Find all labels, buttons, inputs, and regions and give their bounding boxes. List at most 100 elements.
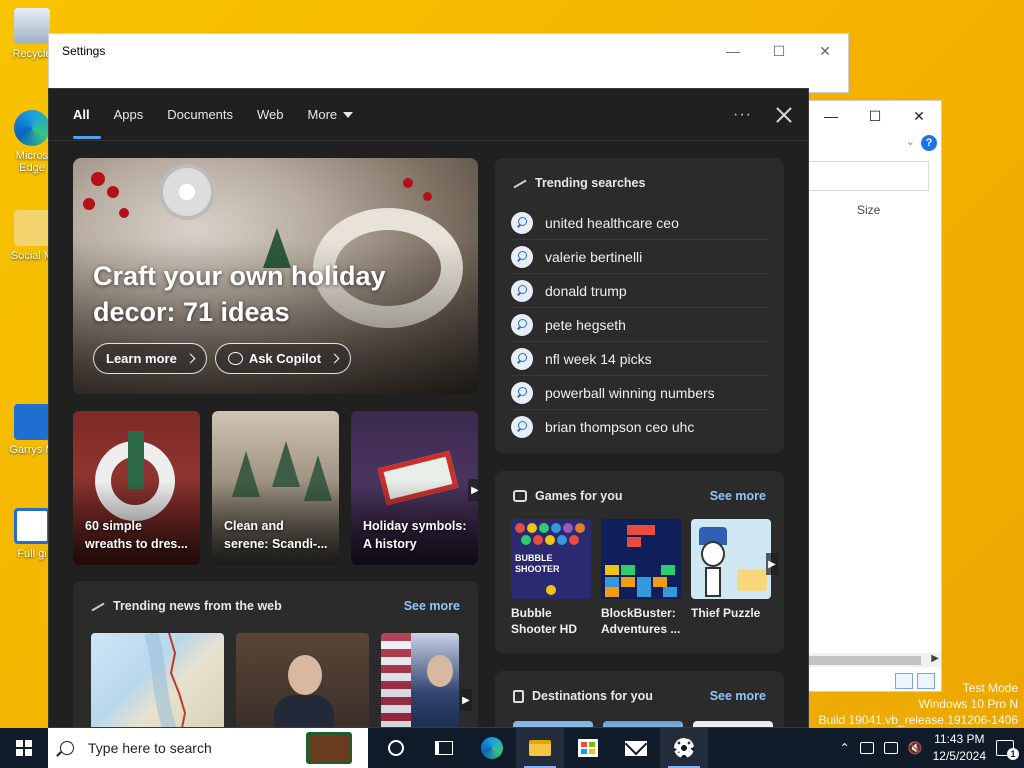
details-view-icon[interactable] — [895, 673, 913, 689]
close-icon[interactable]: ✕ — [897, 101, 941, 131]
trending-search-text: powerball winning numbers — [545, 384, 715, 401]
tab-more[interactable]: More — [296, 89, 366, 141]
taskbar-search-box[interactable]: Type here to search — [48, 728, 368, 768]
trending-search-item[interactable]: donald trump — [511, 274, 769, 308]
learn-more-button[interactable]: Learn more — [93, 343, 207, 374]
news-thumbnail[interactable] — [381, 633, 459, 727]
minimize-icon[interactable]: — — [710, 34, 756, 68]
chevron-right-icon — [329, 353, 340, 364]
explorer-search-field[interactable] — [809, 161, 929, 191]
story-card[interactable]: 60 simple wreaths to dres... — [73, 411, 200, 565]
game-tile[interactable]: BlockBuster: Adventures ... — [601, 519, 681, 637]
trending-search-item[interactable]: nfl week 14 picks — [511, 342, 769, 376]
chevron-right-icon[interactable]: ▶ — [468, 479, 478, 501]
destination-thumbnail[interactable] — [513, 721, 593, 727]
taskbar-mail[interactable] — [612, 728, 660, 768]
game-art — [663, 587, 677, 597]
desktop-icon-label: Social M — [10, 250, 54, 262]
game-tile[interactable]: Thief Puzzle — [691, 519, 771, 637]
search-icon — [511, 416, 533, 438]
search-icon — [511, 313, 533, 336]
game-thumbnail — [601, 519, 681, 599]
close-icon[interactable] — [776, 107, 792, 123]
news-see-more-link[interactable]: See more — [404, 599, 460, 613]
clock[interactable]: 11:43 PM 12/5/2024 — [933, 731, 986, 765]
meet-now-icon[interactable] — [859, 742, 874, 754]
news-thumbnail[interactable] — [91, 633, 224, 727]
help-icon[interactable]: ? — [921, 135, 937, 151]
watermark-line: Windows 10 Pro N — [918, 697, 1018, 711]
trending-news-title: Trending news from the web — [113, 599, 282, 613]
scroll-right-icon[interactable]: ▶ — [931, 653, 939, 664]
destinations-title: Destinations for you — [532, 689, 653, 703]
games-see-more-link[interactable]: See more — [710, 489, 766, 503]
game-art — [621, 565, 635, 575]
ask-copilot-button[interactable]: Ask Copilot — [214, 343, 352, 374]
story-card[interactable]: Clean and serene: Scandi-... — [212, 411, 339, 565]
watermark-line: Build 19041.vb_release.191206-1406 — [818, 713, 1019, 727]
story-card[interactable]: Holiday symbols: A history ▶ — [351, 411, 478, 565]
trending-searches-title: Trending searches — [535, 176, 646, 190]
settings-window[interactable]: Settings — ☐ ✕ — [48, 33, 849, 93]
trending-news-header: Trending news from the web — [91, 599, 282, 613]
more-options-icon[interactable]: ··· — [733, 106, 752, 124]
hero-title[interactable]: Craft your own holiday decor: 71 ideas — [93, 258, 433, 330]
column-header-size[interactable]: Size — [857, 203, 880, 217]
destinations-see-more-link[interactable]: See more — [710, 689, 766, 703]
chevron-right-icon[interactable]: ▶ — [460, 689, 472, 711]
large-icons-view-icon[interactable] — [917, 673, 935, 689]
maximize-icon[interactable]: ☐ — [853, 101, 897, 131]
destination-thumbnail[interactable] — [603, 721, 683, 727]
show-hidden-icons-chevron-icon[interactable]: ⌃ — [840, 741, 850, 755]
caret-down-icon — [343, 112, 354, 119]
trending-search-item[interactable]: pete hegseth — [511, 308, 769, 342]
volume-muted-icon[interactable]: 🔇 — [908, 741, 923, 755]
horizontal-scrollbar[interactable]: ▶ — [809, 653, 941, 667]
action-center-icon[interactable]: 1 — [996, 740, 1019, 760]
maximize-icon[interactable]: ☐ — [756, 34, 802, 68]
tab-all[interactable]: All — [61, 89, 102, 141]
game-tile[interactable]: BUBBLE SHOOTER Bubble Shooter HD — [511, 519, 591, 637]
game-thumbnail — [691, 519, 771, 599]
scrollbar-thumb[interactable] — [809, 656, 921, 665]
game-art — [737, 569, 767, 591]
taskbar-store[interactable] — [564, 728, 612, 768]
tab-web[interactable]: Web — [245, 89, 296, 141]
chevron-down-icon[interactable]: ⌄ — [906, 135, 915, 148]
minimize-icon[interactable]: — — [809, 101, 853, 131]
taskbar-file-explorer[interactable] — [516, 728, 564, 768]
explorer-window[interactable]: — ☐ ✕ ⌄ ? Size ▶ — [808, 100, 942, 692]
hero-card[interactable]: Craft your own holiday decor: 71 ideas L… — [73, 158, 478, 394]
settings-titlebar[interactable]: Settings — ☐ ✕ — [49, 34, 848, 68]
window-title: Settings — [62, 44, 106, 58]
search-icon — [60, 741, 74, 755]
desktop-icon-label: Micros Edge — [15, 150, 49, 174]
taskbar-apps — [372, 728, 708, 768]
game-art — [637, 587, 651, 597]
explorer-titlebar[interactable]: — ☐ ✕ — [809, 101, 941, 131]
trending-search-item[interactable]: powerball winning numbers — [511, 376, 769, 410]
tab-apps[interactable]: Apps — [102, 89, 156, 141]
taskbar-edge[interactable] — [468, 728, 516, 768]
trending-search-item[interactable]: united healthcare ceo — [511, 206, 769, 240]
cortana-button[interactable] — [372, 728, 420, 768]
trending-searches-panel: Trending searches united healthcare ceo … — [495, 158, 784, 453]
news-thumbnail[interactable] — [236, 633, 369, 727]
network-icon[interactable] — [883, 742, 898, 754]
flyout-actions: ··· — [733, 89, 792, 141]
destination-thumbnail[interactable] — [693, 721, 773, 727]
search-highlight-doodle-icon[interactable] — [306, 732, 352, 764]
tab-documents[interactable]: Documents — [155, 89, 245, 141]
games-panel: Games for you See more BUBBLE SHOOTER Bu… — [495, 471, 784, 653]
task-view-button[interactable] — [420, 728, 468, 768]
trending-search-item[interactable]: valerie bertinelli — [511, 240, 769, 274]
trending-search-item[interactable]: brian thompson ceo uhc — [511, 410, 769, 444]
game-art — [575, 523, 585, 533]
game-name: Thief Puzzle — [691, 606, 761, 620]
game-art — [563, 523, 573, 533]
close-icon[interactable]: ✕ — [802, 34, 848, 68]
game-thumbnail: BUBBLE SHOOTER — [511, 519, 591, 599]
taskbar-settings[interactable] — [660, 728, 708, 768]
chevron-right-icon[interactable]: ▶ — [766, 553, 778, 575]
start-button[interactable] — [0, 728, 48, 768]
